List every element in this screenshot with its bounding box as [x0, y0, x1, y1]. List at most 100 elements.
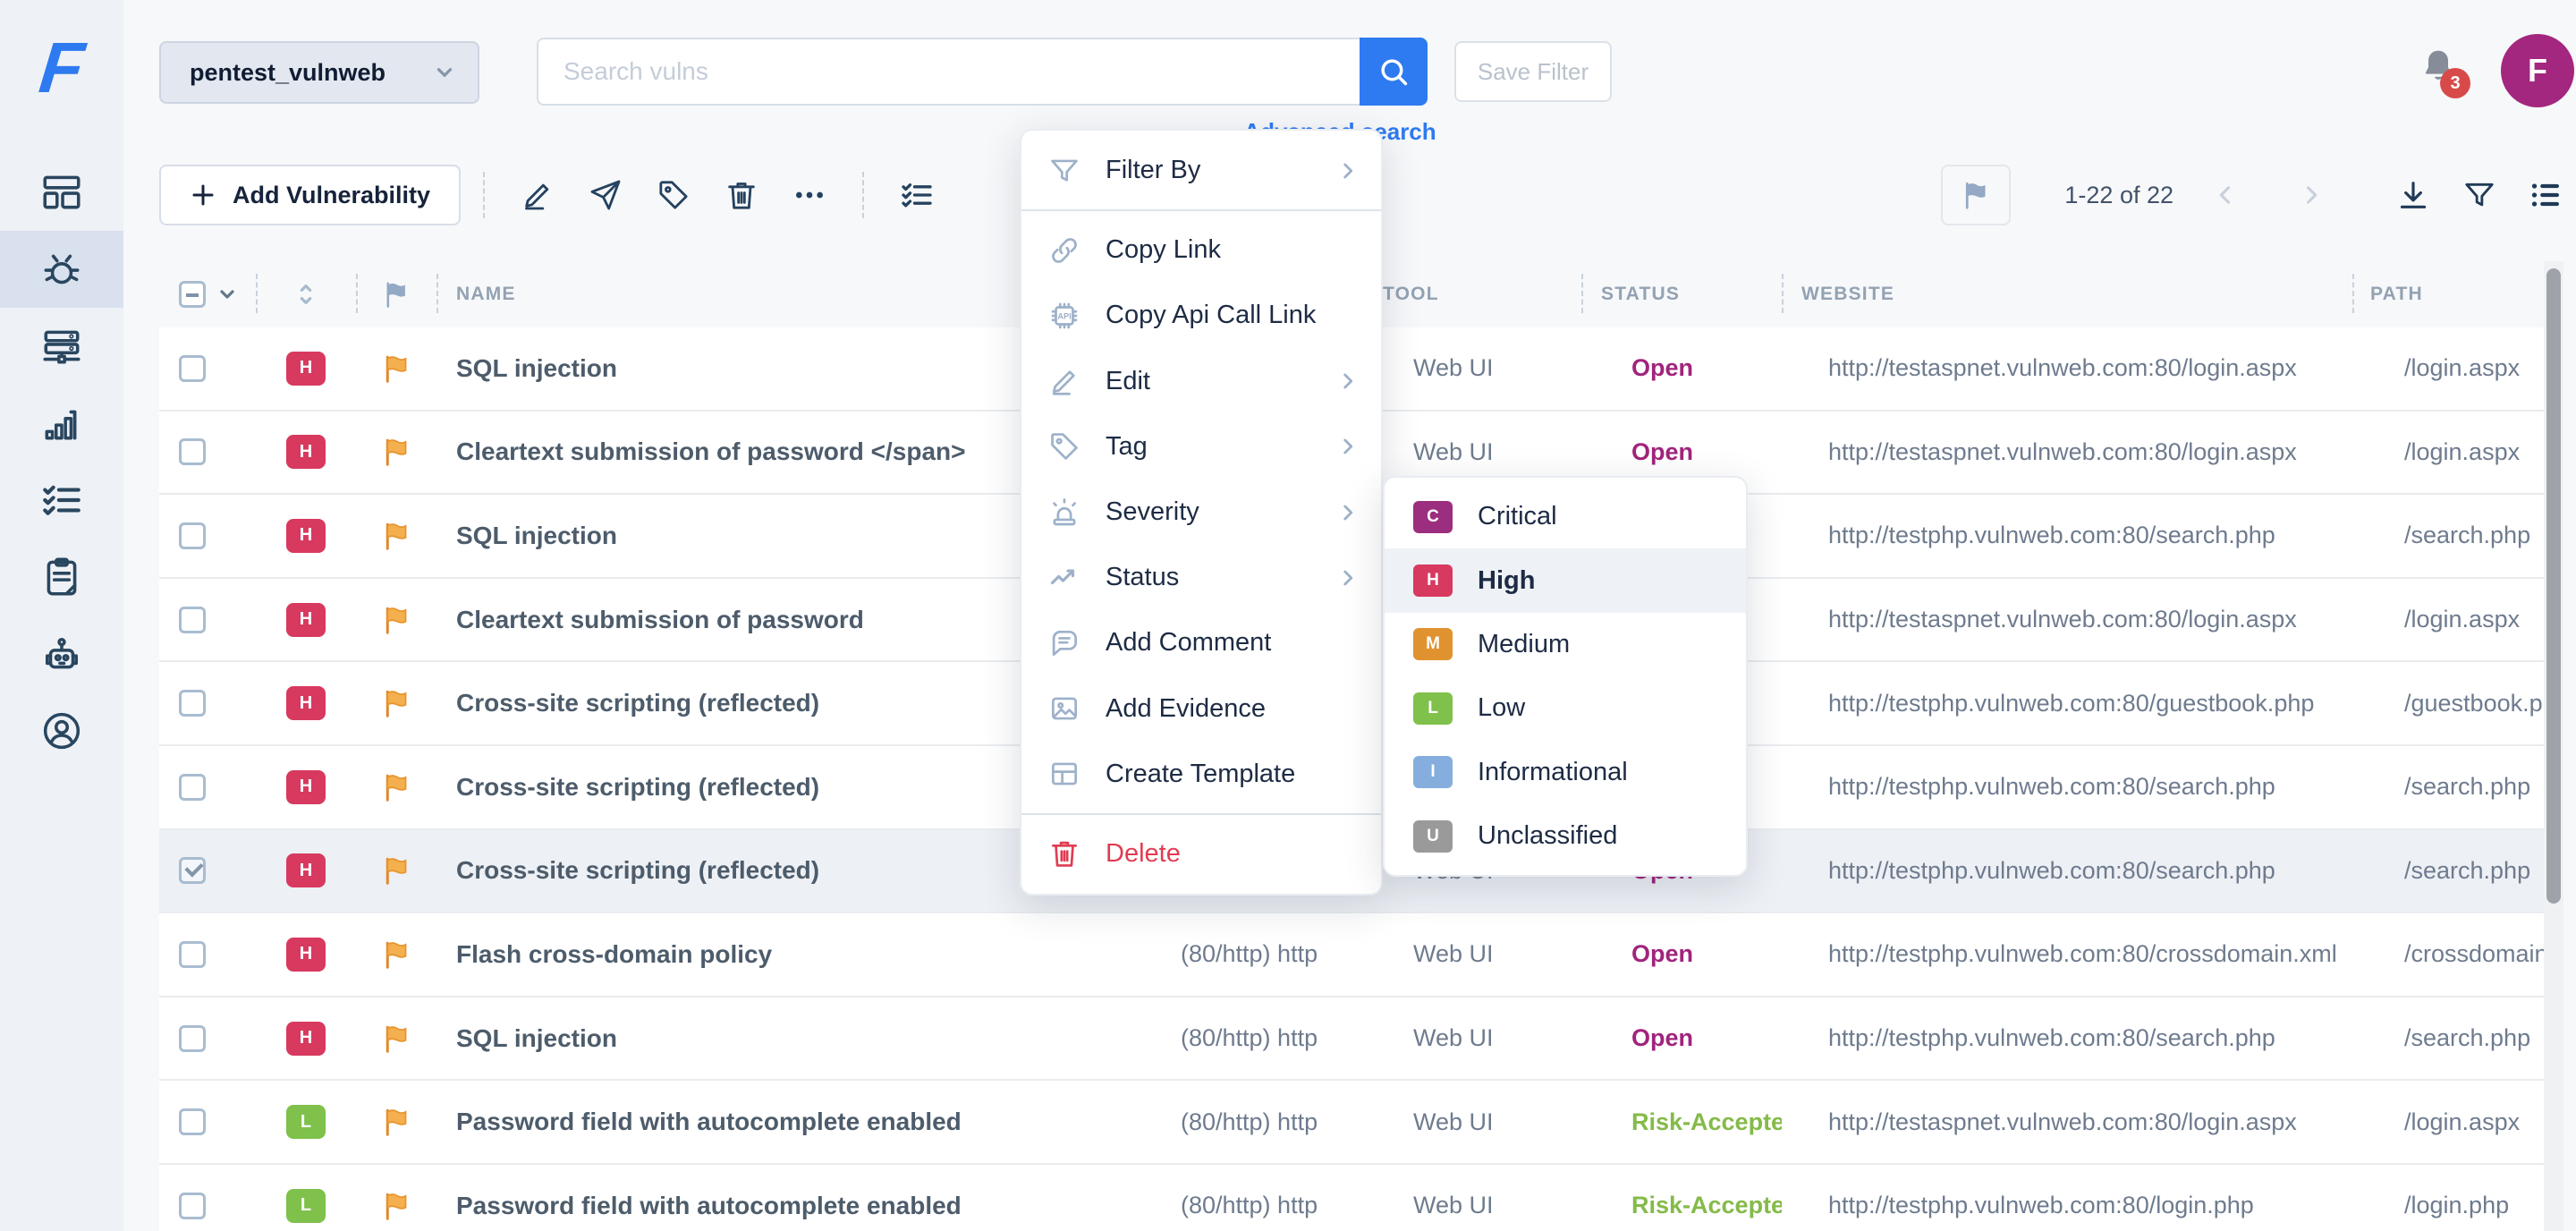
menu-item-copy-api-call-link[interactable]: APICopy Api Call Link — [1021, 283, 1381, 348]
edit-button[interactable] — [519, 176, 556, 214]
search-input[interactable] — [537, 38, 1360, 106]
severity-sort-icon[interactable] — [292, 280, 320, 309]
dashboard-icon — [39, 170, 84, 215]
user-avatar[interactable]: F — [2501, 34, 2574, 107]
more-actions-button[interactable] — [791, 176, 828, 214]
column-header-status[interactable]: STATUS — [1581, 261, 1782, 327]
menu-item-filter-by[interactable]: Filter By — [1021, 138, 1381, 203]
vulnerability-name[interactable]: SQL injection — [456, 522, 617, 550]
path-cell: /search.php — [2404, 1024, 2530, 1052]
bug-icon — [39, 247, 84, 292]
row-checkbox[interactable] — [179, 607, 206, 633]
send-button[interactable] — [587, 176, 624, 214]
columns-button[interactable] — [2528, 177, 2563, 213]
table-row[interactable]: LPassword field with autocomplete enable… — [159, 1165, 2563, 1231]
menu-item-create-template[interactable]: Create Template — [1021, 742, 1381, 807]
column-header-path[interactable]: PATH — [2352, 261, 2563, 327]
flag-icon[interactable] — [380, 1106, 412, 1138]
menu-item-tag[interactable]: Tag — [1021, 414, 1381, 480]
faraday-logo-icon[interactable]: F — [0, 25, 128, 111]
flag-filter-button[interactable] — [1941, 165, 2011, 225]
scrollbar-thumb[interactable] — [2546, 268, 2561, 904]
select-menu-chevron-icon[interactable] — [216, 284, 238, 305]
select-all-checkbox[interactable] — [179, 281, 206, 308]
sidebar-item-dashboard[interactable] — [0, 154, 123, 231]
sidebar-item-reports[interactable] — [0, 539, 123, 616]
severity-option-high[interactable]: HHigh — [1385, 548, 1746, 612]
flag-icon[interactable] — [380, 436, 412, 468]
row-checkbox[interactable] — [179, 1193, 206, 1219]
row-checkbox[interactable] — [179, 690, 206, 717]
column-header-website[interactable]: WEBSITE — [1782, 261, 2352, 327]
flag-icon[interactable] — [380, 771, 412, 803]
flag-icon[interactable] — [380, 604, 412, 636]
table-row[interactable]: L Password field with autocomplete enable… — [159, 1081, 2563, 1165]
vulnerability-name[interactable]: SQL injection — [456, 354, 617, 383]
row-checkbox[interactable] — [179, 1108, 206, 1135]
tag-button[interactable] — [655, 176, 692, 214]
search-button[interactable] — [1360, 38, 1428, 106]
flag-icon[interactable] — [380, 352, 412, 385]
flag-icon[interactable] — [380, 520, 412, 552]
save-filter-button[interactable]: Save Filter — [1454, 41, 1612, 102]
vertical-scrollbar[interactable] — [2544, 261, 2563, 1231]
menu-item-status[interactable]: Status — [1021, 545, 1381, 610]
severity-option-label: Low — [1478, 693, 1525, 723]
severity-option-medium[interactable]: MMedium — [1385, 613, 1746, 676]
menu-item-severity[interactable]: Severity — [1021, 480, 1381, 545]
row-checkbox[interactable] — [179, 1025, 206, 1052]
severity-option-critical[interactable]: CCritical — [1385, 485, 1746, 548]
sidebar-item-vulnerabilities[interactable] — [0, 231, 123, 308]
menu-item-add-comment[interactable]: Add Comment — [1021, 610, 1381, 675]
vulnerability-name[interactable]: Password field with autocomplete enabled — [456, 1192, 962, 1220]
row-checkbox[interactable] — [179, 355, 206, 382]
severity-badge: L — [286, 1105, 326, 1139]
menu-divider — [1021, 813, 1381, 815]
table-row[interactable]: HSQL injection(80/http) httpWeb UIOpenht… — [159, 998, 2563, 1082]
vulnerability-name[interactable]: Flash cross-domain policy — [456, 940, 772, 969]
export-button[interactable] — [2395, 177, 2431, 213]
vulnerability-name[interactable]: Cross-site scripting (reflected) — [456, 689, 819, 717]
row-checkbox[interactable] — [179, 857, 206, 884]
column-header-tool[interactable]: TOOL — [1365, 261, 1581, 327]
sidebar-item-agents[interactable] — [0, 616, 123, 692]
vulnerability-name[interactable]: SQL injection — [456, 1024, 617, 1053]
sidebar-item-planner[interactable] — [0, 462, 123, 539]
menu-item-delete[interactable]: Delete — [1021, 821, 1381, 887]
flag-column-header-icon[interactable] — [381, 279, 411, 310]
vulnerability-name[interactable]: Cross-site scripting (reflected) — [456, 773, 819, 802]
row-checkbox[interactable] — [179, 941, 206, 968]
table-row[interactable]: HFlash cross-domain policy(80/http) http… — [159, 913, 2563, 998]
severity-option-unclassified[interactable]: UUnclassified — [1385, 804, 1746, 868]
row-checkbox[interactable] — [179, 522, 206, 549]
workspace-selector[interactable]: pentest_vulnweb — [159, 41, 479, 104]
row-checkbox[interactable] — [179, 438, 206, 465]
prev-page-button[interactable] — [2199, 168, 2252, 222]
add-vulnerability-button[interactable]: Add Vulnerability — [159, 165, 461, 225]
filter-button[interactable] — [2462, 177, 2497, 213]
flag-icon[interactable] — [380, 1190, 412, 1222]
menu-item-add-evidence[interactable]: Add Evidence — [1021, 676, 1381, 742]
flag-icon[interactable] — [380, 1023, 412, 1055]
next-page-button[interactable] — [2284, 168, 2338, 222]
row-checkbox[interactable] — [179, 774, 206, 801]
vulnerability-name[interactable]: Password field with autocomplete enabled — [456, 1108, 962, 1136]
sidebar-item-assets[interactable] — [0, 308, 123, 385]
severity-option-informational[interactable]: IInformational — [1385, 741, 1746, 804]
flag-icon[interactable] — [380, 938, 412, 971]
vulnerability-name[interactable]: Cleartext submission of password — [456, 606, 864, 634]
bulk-select-button[interactable] — [898, 176, 936, 214]
menu-item-edit[interactable]: Edit — [1021, 349, 1381, 414]
vulnerability-name[interactable]: Cross-site scripting (reflected) — [456, 856, 819, 885]
flag-icon[interactable] — [380, 854, 412, 887]
notifications-bell[interactable]: 3 — [2419, 47, 2465, 100]
delete-button[interactable] — [723, 176, 760, 214]
status-cell: Open — [1631, 354, 1693, 382]
severity-option-low[interactable]: LLow — [1385, 676, 1746, 740]
flag-icon[interactable] — [380, 687, 412, 719]
path-cell: /login.php — [2404, 1192, 2509, 1219]
sidebar-item-analytics[interactable] — [0, 385, 123, 462]
menu-item-copy-link[interactable]: Copy Link — [1021, 217, 1381, 283]
sidebar-item-users[interactable] — [0, 692, 123, 769]
vulnerability-name[interactable]: Cleartext submission of password </span> — [456, 437, 966, 466]
